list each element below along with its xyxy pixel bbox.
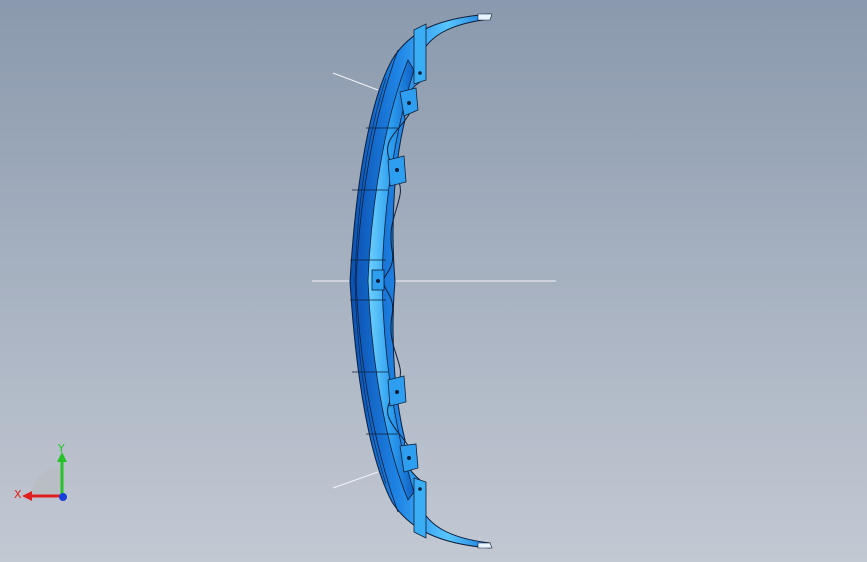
- z-axis-dot: [59, 493, 67, 501]
- bumper-end-top: [477, 13, 493, 21]
- bumper-end-bottom: [477, 542, 493, 549]
- x-axis-arrowhead: [22, 491, 32, 501]
- mounting-tab[interactable]: [371, 269, 385, 291]
- x-axis-label: X: [14, 488, 22, 501]
- reference-lines: [312, 72, 556, 489]
- end-bracket-bottom[interactable]: [413, 477, 427, 539]
- mounting-tab[interactable]: [387, 375, 407, 407]
- mounting-tab[interactable]: [387, 155, 407, 187]
- coordinate-triad: Y X: [14, 442, 67, 501]
- graphics-viewport[interactable]: Y X: [0, 0, 867, 562]
- end-bracket-top[interactable]: [413, 23, 427, 85]
- bumper-model[interactable]: [0, 0, 867, 562]
- view-plane-indicator: [32, 466, 62, 496]
- y-axis-label: Y: [57, 442, 65, 455]
